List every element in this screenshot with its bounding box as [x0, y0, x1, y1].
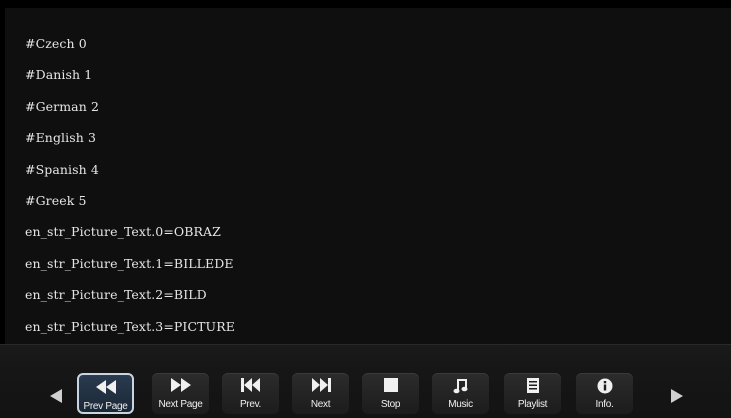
prev-page-label: Prev Page — [83, 401, 128, 412]
previous-button[interactable]: Prev. — [222, 373, 279, 414]
next-page-button[interactable]: Next Page — [152, 373, 209, 414]
stop-icon — [362, 378, 419, 394]
music-note-icon — [432, 378, 489, 394]
prev-page-button[interactable]: Prev Page — [77, 373, 134, 414]
playlist-icon — [504, 378, 561, 394]
text-line: en_str_Picture_Text.2=BILD — [25, 287, 207, 303]
playlist-label: Playlist — [517, 399, 548, 410]
text-line: #Danish 1 — [25, 67, 93, 83]
triangle-left-icon[interactable] — [50, 389, 62, 403]
music-button[interactable]: Music — [432, 373, 489, 414]
info-label: Info. — [595, 399, 614, 410]
skip-back-icon — [222, 378, 279, 394]
previous-label: Prev. — [239, 399, 262, 410]
fast-forward-icon — [152, 378, 209, 394]
info-button[interactable]: Info. — [576, 373, 633, 414]
text-line: #English 3 — [25, 130, 97, 146]
text-line: #Greek 5 — [25, 192, 87, 208]
text-line: en_str_Picture_Text.1=BILLEDE — [25, 255, 234, 271]
text-line: #Spanish 4 — [25, 161, 99, 177]
text-line: en_str_Picture_Text.3=PICTURE — [25, 318, 235, 334]
text-line: #German 2 — [25, 98, 100, 114]
next-label: Next — [310, 399, 331, 410]
rewind-icon — [79, 380, 132, 396]
skip-forward-icon — [292, 378, 349, 394]
triangle-right-icon[interactable] — [671, 389, 683, 403]
text-line: en_str_Picture_Text.0=OBRAZ — [25, 224, 221, 240]
text-line: #Czech 0 — [25, 36, 87, 51]
music-label: Music — [448, 399, 473, 410]
playlist-button[interactable]: Playlist — [504, 373, 561, 414]
next-page-label: Next Page — [158, 399, 203, 410]
next-button[interactable]: Next — [292, 373, 349, 414]
stop-button[interactable]: Stop — [362, 373, 419, 414]
info-icon — [576, 378, 633, 394]
stop-label: Stop — [380, 399, 401, 410]
text-content: #Czech 0 #Danish 1 #German 2 #English 3 … — [25, 28, 235, 342]
